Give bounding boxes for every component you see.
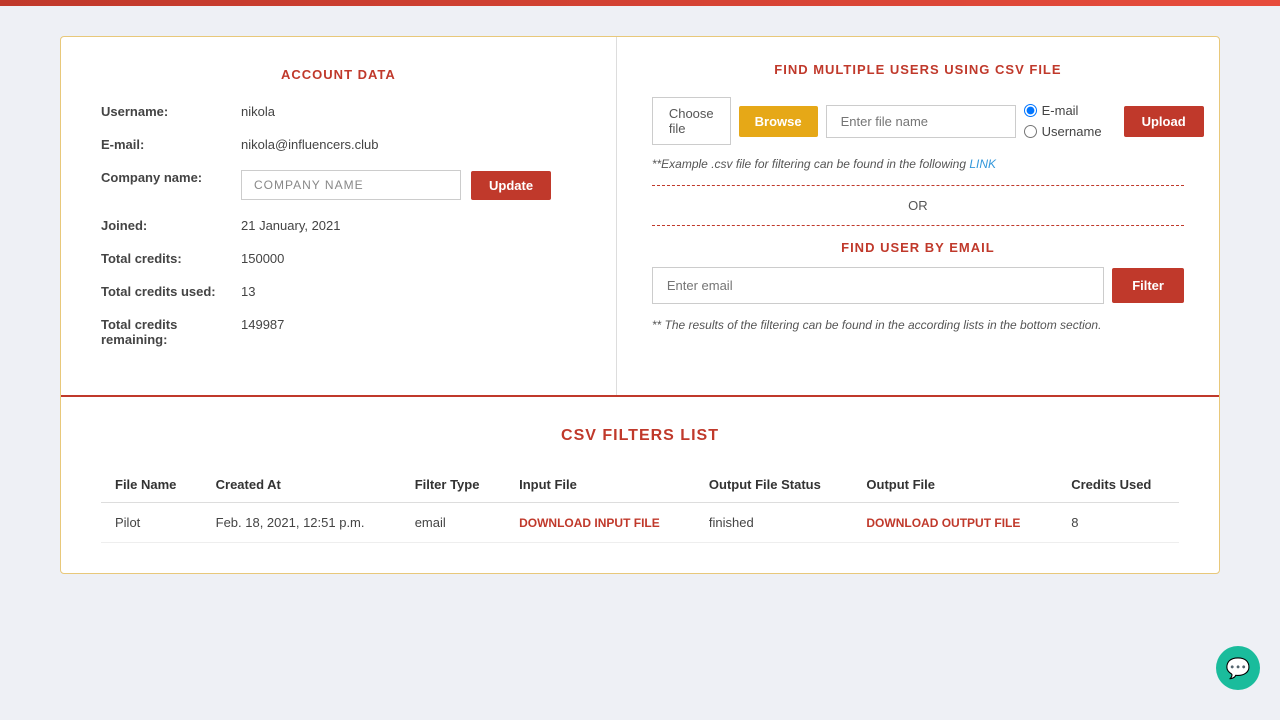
chat-bubble[interactable]: 💬: [1216, 646, 1260, 690]
example-link[interactable]: LINK: [969, 157, 996, 171]
right-panel: FIND MULTIPLE USERS USING CSV FILE Choos…: [617, 37, 1219, 395]
download-output-file-link[interactable]: DOWNLOAD OUTPUT FILE: [852, 503, 1057, 543]
credits-remaining-row: Total credits remaining: 149987: [101, 317, 576, 347]
total-credits-value: 150000: [241, 251, 284, 266]
divider-top: [652, 185, 1184, 186]
th-created-at: Created At: [202, 467, 401, 503]
file-name-input[interactable]: [826, 105, 1016, 138]
left-panel: ACCOUNT DATA Username: nikola E-mail: ni…: [61, 37, 617, 395]
download-input-file-link[interactable]: DOWNLOAD INPUT FILE: [505, 503, 695, 543]
example-text: **Example .csv file for filtering can be…: [652, 157, 1184, 171]
th-filter-type: Filter Type: [401, 467, 505, 503]
radio-group: E-mail Username: [1024, 103, 1102, 139]
company-row: Company name: Update: [101, 170, 576, 200]
joined-value: 21 January, 2021: [241, 218, 341, 233]
username-label: Username:: [101, 104, 241, 119]
csv-title: FIND MULTIPLE USERS USING CSV FILE: [652, 62, 1184, 77]
card-top: ACCOUNT DATA Username: nikola E-mail: ni…: [61, 37, 1219, 397]
table-row: Pilot Feb. 18, 2021, 12:51 p.m. email DO…: [101, 503, 1179, 543]
radio-email[interactable]: [1024, 104, 1037, 117]
csv-upload-row: Choose file Browse E-mail Username Up: [652, 97, 1184, 145]
radio-email-label[interactable]: E-mail: [1024, 103, 1102, 118]
credits-used-label: Total credits used:: [101, 284, 241, 299]
email-value: nikola@influencers.club: [241, 137, 379, 152]
total-credits-row: Total credits: 150000: [101, 251, 576, 266]
cell-created-at: Feb. 18, 2021, 12:51 p.m.: [202, 503, 401, 543]
find-email-title: FIND USER BY EMAIL: [652, 240, 1184, 255]
email-filter-row: Filter: [652, 267, 1184, 304]
th-input-file: Input File: [505, 467, 695, 503]
cell-credits-used: 8: [1057, 503, 1179, 543]
main-card: ACCOUNT DATA Username: nikola E-mail: ni…: [60, 36, 1220, 574]
username-value: nikola: [241, 104, 275, 119]
radio-username-text: Username: [1042, 124, 1102, 139]
csv-list-title: CSV FILTERS LIST: [101, 427, 1179, 445]
update-button[interactable]: Update: [471, 171, 551, 200]
th-credits-used: Credits Used: [1057, 467, 1179, 503]
company-input-row: Update: [241, 170, 551, 200]
company-label: Company name:: [101, 170, 241, 185]
upload-button[interactable]: Upload: [1124, 106, 1204, 137]
email-label: E-mail:: [101, 137, 241, 152]
cell-output-status: finished: [695, 503, 853, 543]
credits-used-row: Total credits used: 13: [101, 284, 576, 299]
or-text: OR: [652, 198, 1184, 213]
th-output-file: Output File: [852, 467, 1057, 503]
chat-icon: 💬: [1226, 656, 1251, 681]
radio-username-label[interactable]: Username: [1024, 124, 1102, 139]
radio-email-text: E-mail: [1042, 103, 1079, 118]
cell-file-name: Pilot: [101, 503, 202, 543]
divider-bottom: [652, 225, 1184, 226]
joined-row: Joined: 21 January, 2021: [101, 218, 576, 233]
company-name-input[interactable]: [241, 170, 461, 200]
cell-filter-type: email: [401, 503, 505, 543]
total-credits-label: Total credits:: [101, 251, 241, 266]
results-note: ** The results of the filtering can be f…: [652, 318, 1184, 332]
th-file-name: File Name: [101, 467, 202, 503]
account-data-title: ACCOUNT DATA: [101, 67, 576, 82]
radio-username[interactable]: [1024, 125, 1037, 138]
csv-table: File Name Created At Filter Type Input F…: [101, 467, 1179, 543]
browse-button[interactable]: Browse: [739, 106, 818, 137]
credits-remaining-value: 149987: [241, 317, 284, 332]
credits-remaining-label: Total credits remaining:: [101, 317, 241, 347]
email-filter-input[interactable]: [652, 267, 1104, 304]
joined-label: Joined:: [101, 218, 241, 233]
page-wrapper: ACCOUNT DATA Username: nikola E-mail: ni…: [0, 6, 1280, 604]
card-bottom: CSV FILTERS LIST File Name Created At Fi…: [61, 397, 1219, 573]
username-row: Username: nikola: [101, 104, 576, 119]
credits-used-value: 13: [241, 284, 255, 299]
filter-button[interactable]: Filter: [1112, 268, 1184, 303]
th-output-status: Output File Status: [695, 467, 853, 503]
choose-file-box: Choose file: [652, 97, 731, 145]
email-row: E-mail: nikola@influencers.club: [101, 137, 576, 152]
table-header-row: File Name Created At Filter Type Input F…: [101, 467, 1179, 503]
